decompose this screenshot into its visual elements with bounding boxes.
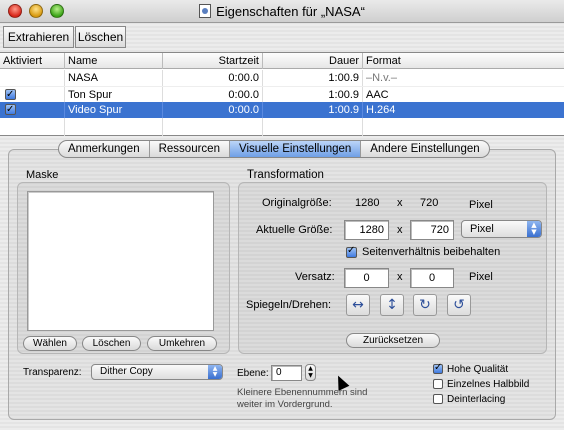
- table-row[interactable]: Ton Spur 0:00.0 1:00.9 AAC: [0, 86, 564, 103]
- layer-label: Ebene:: [237, 368, 269, 379]
- keep-aspect-checkbox[interactable]: [346, 245, 357, 258]
- layer-stepper-icon[interactable]: ▲ ▼: [305, 364, 316, 381]
- single-field-label: Einzelnes Halbbild: [447, 379, 530, 390]
- times-sign: x: [397, 224, 403, 236]
- original-height: 720: [420, 197, 439, 209]
- single-field-checkbox[interactable]: [433, 379, 443, 389]
- transformation-title: Transformation: [247, 169, 324, 181]
- track-name: Video Spur: [65, 102, 163, 118]
- track-start: 0:00.0: [163, 87, 263, 103]
- column-header-enabled[interactable]: Aktiviert: [0, 53, 65, 69]
- current-size-label: Aktuelle Größe:: [256, 224, 333, 236]
- tab-visual-settings[interactable]: Visuelle Einstellungen: [229, 141, 362, 157]
- mask-invert-button[interactable]: Umkehren: [147, 336, 217, 351]
- track-name: NASA: [65, 70, 163, 86]
- offset-label: Versatz:: [295, 271, 335, 283]
- tab-annotations[interactable]: Anmerkungen: [59, 141, 150, 157]
- popup-arrows-icon: ▲ ▼: [527, 221, 541, 237]
- track-duration: 1:00.9: [263, 102, 363, 118]
- high-quality-checkbox[interactable]: [433, 362, 443, 374]
- flip-rotate-label: Spiegeln/Drehen:: [246, 299, 332, 311]
- mask-preview-well[interactable]: [27, 191, 214, 331]
- original-width: 1280: [355, 197, 380, 209]
- high-quality-label: Hohe Qualität: [447, 364, 509, 375]
- track-format: –N.v.–: [366, 72, 397, 84]
- rotate-clockwise-icon[interactable]: ↻: [413, 294, 437, 316]
- enabled-cell: [0, 87, 65, 103]
- current-height-field[interactable]: 720: [410, 220, 454, 240]
- table-row[interactable]: NASA 0:00.0 1:00.9 –N.v.–: [0, 70, 564, 86]
- original-unit: Pixel: [469, 199, 493, 211]
- times-sign: x: [397, 197, 403, 209]
- rotate-counterclockwise-icon[interactable]: ↺: [447, 294, 471, 316]
- delete-track-button[interactable]: Löschen: [75, 26, 126, 48]
- unit-popup-value: Pixel: [470, 223, 494, 235]
- track-enabled-checkbox[interactable]: [5, 87, 16, 103]
- tab-bar: Anmerkungen Ressourcen Visuelle Einstell…: [58, 140, 490, 158]
- title-bar[interactable]: Eigenschaften für „NASA“: [0, 0, 564, 23]
- document-icon: [199, 4, 212, 18]
- table-header: Aktiviert Name Startzeit Dauer Format: [0, 53, 564, 69]
- table-row-selected[interactable]: Video Spur 0:00.0 1:00.9 H.264: [0, 102, 564, 118]
- mask-title: Maske: [26, 169, 59, 181]
- enabled-cell: [0, 102, 65, 118]
- reset-button[interactable]: Zurücksetzen: [346, 333, 440, 348]
- unit-popup[interactable]: Pixel ▲ ▼: [461, 220, 542, 238]
- window-title-wrap: Eigenschaften für „NASA“: [0, 4, 564, 19]
- deinterlace-checkbox[interactable]: [433, 394, 443, 404]
- transparency-label: Transparenz:: [23, 367, 82, 378]
- tab-other-settings[interactable]: Andere Einstellungen: [361, 141, 488, 157]
- track-start: 0:00.0: [163, 102, 263, 118]
- track-table: Aktiviert Name Startzeit Dauer Format NA…: [0, 52, 564, 136]
- column-header-duration[interactable]: Dauer: [263, 53, 363, 69]
- layer-hint: Kleinere Ebenennummern sind weiter im Vo…: [237, 387, 368, 410]
- transparency-value: Dither Copy: [100, 366, 153, 377]
- properties-window: Eigenschaften für „NASA“ Extrahieren Lös…: [0, 0, 564, 430]
- empty-cell: [163, 118, 263, 136]
- layer-field[interactable]: 0: [271, 365, 302, 381]
- track-format: H.264: [366, 104, 396, 116]
- track-name: Ton Spur: [65, 87, 163, 103]
- column-header-name[interactable]: Name: [65, 53, 163, 69]
- popup-arrows-icon: ▲ ▼: [208, 365, 222, 379]
- current-width-field[interactable]: 1280: [344, 220, 389, 240]
- deinterlace-label: Deinterlacing: [447, 394, 506, 405]
- empty-cell: [263, 118, 363, 136]
- offset-unit: Pixel: [469, 271, 493, 283]
- column-header-start[interactable]: Startzeit: [163, 53, 263, 69]
- transparency-popup[interactable]: Dither Copy ▲ ▼: [91, 364, 223, 380]
- track-duration: 1:00.9: [263, 87, 363, 103]
- empty-cell: [0, 118, 65, 136]
- window-title: Eigenschaften für „NASA“: [216, 4, 365, 19]
- mask-choose-button[interactable]: Wählen: [23, 336, 77, 351]
- empty-cell: [65, 118, 163, 136]
- track-enabled-checkbox[interactable]: [5, 102, 16, 118]
- times-sign: x: [397, 271, 403, 283]
- enabled-cell: [0, 70, 65, 86]
- tab-resources[interactable]: Ressourcen: [150, 141, 230, 157]
- track-duration: 1:00.9: [263, 70, 363, 86]
- original-size-label: Originalgröße:: [262, 197, 332, 209]
- track-format: AAC: [366, 89, 389, 101]
- track-start: 0:00.0: [163, 70, 263, 86]
- mask-delete-button[interactable]: Löschen: [82, 336, 141, 351]
- keep-aspect-label: Seitenverhältnis beibehalten: [362, 246, 501, 258]
- extract-button[interactable]: Extrahieren: [3, 26, 74, 48]
- offset-y-field[interactable]: 0: [410, 268, 454, 288]
- table-row-empty: [0, 118, 564, 136]
- column-header-format[interactable]: Format: [363, 53, 564, 69]
- flip-vertical-icon[interactable]: ↕: [380, 294, 404, 316]
- offset-x-field[interactable]: 0: [344, 268, 389, 288]
- flip-horizontal-icon[interactable]: ↔: [346, 294, 370, 316]
